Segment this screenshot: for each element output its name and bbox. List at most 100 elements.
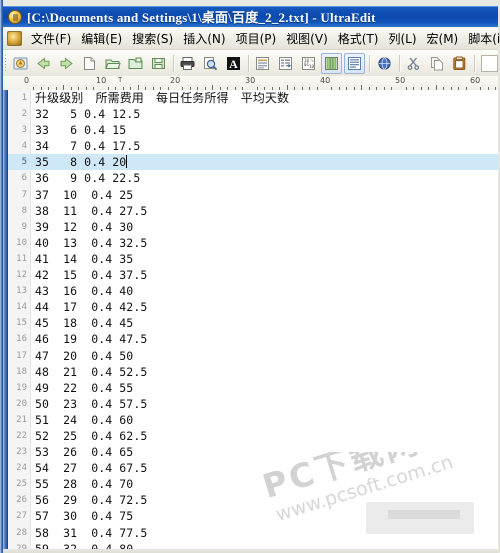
back-arrow-icon[interactable] xyxy=(33,53,54,74)
line-content[interactable]: 58 31 0.4 77.5 xyxy=(30,525,498,541)
text-editor-pane[interactable]: 1 升级级别 所需费用 每日任务所得 平均天数 2 32 5 0.4 12.5 3 33 … xyxy=(3,90,498,549)
text-line[interactable]: 2 32 5 0.4 12.5 xyxy=(8,106,498,122)
line-content[interactable]: 36 9 0.4 22.5 xyxy=(30,170,498,186)
title-bar: [C:\Documents and Settings\1\桌面\百度_2_2.t… xyxy=(3,6,498,27)
text-line[interactable]: 17 47 20 0.4 50 xyxy=(8,348,498,364)
menu-column[interactable]: 列(L) xyxy=(383,28,421,49)
menu-file[interactable]: 文件(F) xyxy=(26,28,76,49)
text-line[interactable]: 18 48 21 0.4 52.5 xyxy=(8,364,498,380)
text-line[interactable]: 27 57 30 0.4 75 xyxy=(8,508,498,524)
line-content[interactable]: 38 11 0.4 27.5 xyxy=(30,203,498,219)
text-lines[interactable]: 1 升级级别 所需费用 每日任务所得 平均天数 2 32 5 0.4 12.5 3 33 … xyxy=(8,90,498,549)
line-numbers-icon[interactable] xyxy=(275,53,296,74)
line-content[interactable]: 42 15 0.4 37.5 xyxy=(30,267,498,283)
menu-search[interactable]: 搜索(S) xyxy=(127,28,178,49)
text-line[interactable]: 14 44 17 0.4 42.5 xyxy=(8,299,498,315)
menu-project[interactable]: 项目(P) xyxy=(231,28,282,49)
line-content[interactable]: 54 27 0.4 67.5 xyxy=(30,460,498,476)
font-icon[interactable]: A xyxy=(223,53,244,74)
line-content[interactable]: 35 8 0.4 20 xyxy=(30,154,498,170)
menu-macro[interactable]: 宏(M) xyxy=(422,28,464,49)
line-content[interactable]: 41 14 0.4 35 xyxy=(30,251,498,267)
ruler-label-0: 0 xyxy=(24,76,30,85)
text-line[interactable]: 13 43 16 0.4 40 xyxy=(8,283,498,299)
text-line[interactable]: 12 42 15 0.4 37.5 xyxy=(8,267,498,283)
line-content[interactable]: 33 6 0.4 15 xyxy=(30,122,498,138)
line-content[interactable]: 50 23 0.4 57.5 xyxy=(30,396,498,412)
copy-icon[interactable] xyxy=(426,53,447,74)
home-icon[interactable] xyxy=(10,53,31,74)
text-line[interactable]: 29 59 32 0.4 80 xyxy=(8,541,498,549)
text-line[interactable]: 15 45 18 0.4 45 xyxy=(8,315,498,331)
text-line[interactable]: 4 34 7 0.4 17.5 xyxy=(8,138,498,154)
text-line[interactable]: 8 38 11 0.4 27.5 xyxy=(8,203,498,219)
text-line[interactable]: 23 53 26 0.4 65 xyxy=(8,444,498,460)
folder-icon[interactable] xyxy=(125,53,146,74)
ruler-tab-marker[interactable]: T xyxy=(118,77,122,84)
text-line[interactable]: 1 升级级别 所需费用 每日任务所得 平均天数 xyxy=(8,90,498,106)
line-content[interactable]: 45 18 0.4 45 xyxy=(30,315,498,331)
line-content[interactable]: 32 5 0.4 12.5 xyxy=(30,106,498,122)
menu-edit[interactable]: 编辑(E) xyxy=(76,28,127,49)
ultraedit-icon xyxy=(8,9,22,24)
menu-format[interactable]: 格式(T) xyxy=(333,28,384,49)
text-line[interactable]: 28 58 31 0.4 77.5 xyxy=(8,525,498,541)
text-line[interactable]: 10 40 13 0.4 32.5 xyxy=(8,235,498,251)
line-content[interactable]: 48 21 0.4 52.5 xyxy=(30,364,498,380)
print-icon[interactable] xyxy=(177,53,198,74)
text-line[interactable]: 5 35 8 0.4 20 xyxy=(8,154,498,171)
line-content[interactable]: 44 17 0.4 42.5 xyxy=(30,299,498,315)
paste-icon[interactable] xyxy=(449,53,470,74)
line-content[interactable]: 51 24 0.4 60 xyxy=(30,412,498,428)
text-line[interactable]: 7 37 10 0.4 25 xyxy=(8,187,498,203)
column-mode-icon[interactable] xyxy=(321,52,343,74)
line-content[interactable]: 46 19 0.4 47.5 xyxy=(30,331,498,347)
line-content[interactable]: 55 28 0.4 70 xyxy=(30,476,498,492)
toolbar-grip[interactable] xyxy=(5,55,6,71)
word-wrap-icon[interactable] xyxy=(252,53,273,74)
text-line[interactable]: 25 55 28 0.4 70 xyxy=(8,476,498,492)
forward-arrow-icon[interactable] xyxy=(56,53,77,74)
text-line[interactable]: 21 51 24 0.4 60 xyxy=(8,412,498,428)
menu-insert[interactable]: 插入(N) xyxy=(178,28,230,49)
text-line[interactable]: 24 54 27 0.4 67.5 xyxy=(8,460,498,476)
text-line[interactable]: 19 49 22 0.4 55 xyxy=(8,380,498,396)
line-content[interactable]: 升级级别 所需费用 每日任务所得 平均天数 xyxy=(30,90,498,106)
text-line[interactable]: 6 36 9 0.4 22.5 xyxy=(8,170,498,186)
new-file-icon[interactable] xyxy=(79,53,100,74)
line-number: 17 xyxy=(16,350,27,361)
ruler-label-10: 10 xyxy=(96,76,107,85)
line-number: 26 xyxy=(16,495,27,506)
line-content[interactable]: 59 32 0.4 80 xyxy=(30,541,498,549)
line-content[interactable]: 52 25 0.4 62.5 xyxy=(30,428,498,444)
line-content[interactable]: 37 10 0.4 25 xyxy=(30,187,498,203)
text-line[interactable]: 11 41 14 0.4 35 xyxy=(8,251,498,267)
horizontal-ruler[interactable]: 0 10 20 30 40 50 60 T xyxy=(3,76,498,91)
line-content[interactable]: 34 7 0.4 17.5 xyxy=(30,138,498,154)
text-line[interactable]: 3 33 6 0.4 15 xyxy=(8,122,498,138)
line-content[interactable]: 47 20 0.4 50 xyxy=(30,348,498,364)
text-line[interactable]: 9 39 12 0.4 30 xyxy=(8,219,498,235)
line-content[interactable]: 56 29 0.4 72.5 xyxy=(30,492,498,508)
line-content[interactable]: 53 26 0.4 65 xyxy=(30,444,498,460)
line-content[interactable]: 57 30 0.4 75 xyxy=(30,508,498,524)
toolbar-combo-input[interactable] xyxy=(481,54,498,72)
template-icon[interactable] xyxy=(344,52,366,74)
text-line[interactable]: 22 52 25 0.4 62.5 xyxy=(8,428,498,444)
line-content[interactable]: 49 22 0.4 55 xyxy=(30,380,498,396)
hex-edit-icon[interactable]: 10 01 10 xyxy=(298,53,319,74)
menu-view[interactable]: 视图(V) xyxy=(281,28,333,49)
document-icon[interactable] xyxy=(7,31,22,46)
web-browser-icon[interactable] xyxy=(374,53,395,74)
open-folder-icon[interactable] xyxy=(102,53,123,74)
line-content[interactable]: 40 13 0.4 32.5 xyxy=(30,235,498,251)
print-preview-icon[interactable] xyxy=(200,53,221,74)
save-icon[interactable] xyxy=(148,53,169,74)
cut-icon[interactable] xyxy=(403,53,424,74)
line-content[interactable]: 39 12 0.4 30 xyxy=(30,219,498,235)
line-content[interactable]: 43 16 0.4 40 xyxy=(30,283,498,299)
text-line[interactable]: 26 56 29 0.4 72.5 xyxy=(8,492,498,508)
menu-script[interactable]: 脚本(i) xyxy=(463,28,500,49)
text-line[interactable]: 20 50 23 0.4 57.5 xyxy=(8,396,498,412)
text-line[interactable]: 16 46 19 0.4 47.5 xyxy=(8,331,498,347)
